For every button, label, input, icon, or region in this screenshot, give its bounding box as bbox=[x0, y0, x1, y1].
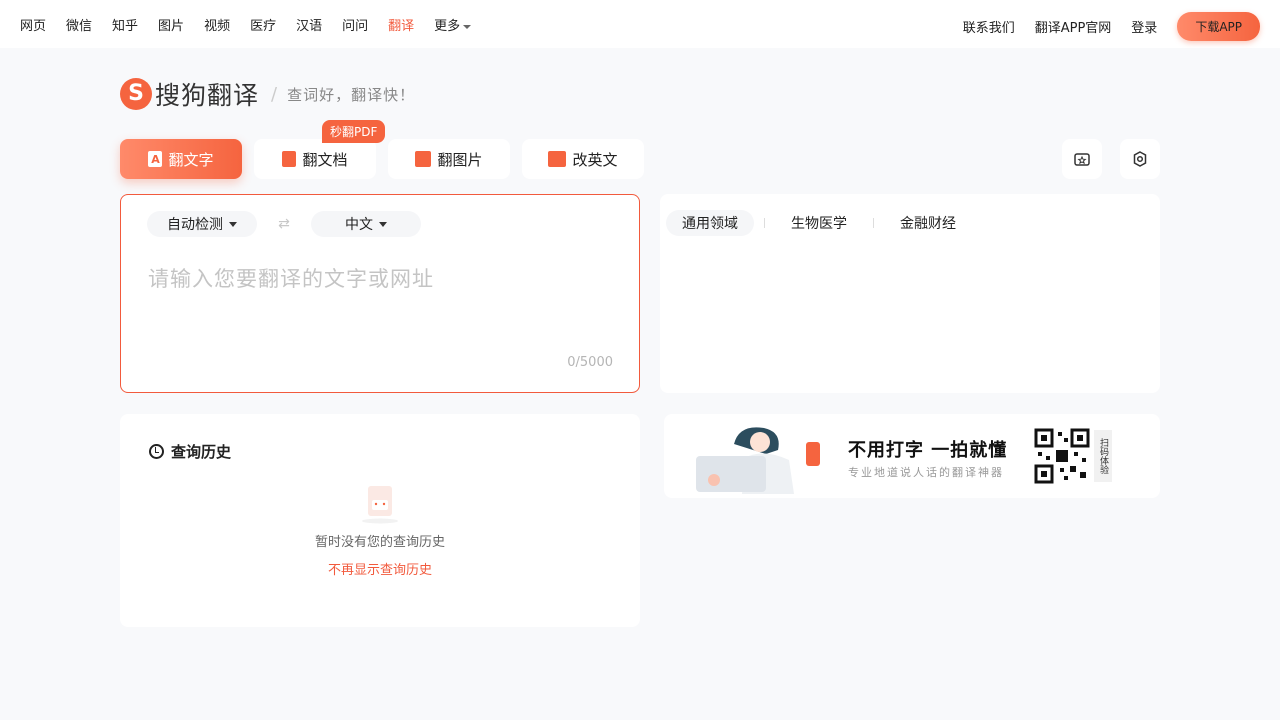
logo-slogan: 查词好，翻译快！ bbox=[287, 85, 416, 104]
nav-link-images[interactable]: 图片 bbox=[158, 15, 184, 34]
domain-finance[interactable]: 金融财经 bbox=[884, 210, 972, 236]
tab-translate-text[interactable]: A 翻文字 bbox=[120, 139, 242, 179]
source-text-input[interactable]: 请输入您要翻译的文字或网址 bbox=[148, 263, 434, 293]
chevron-down-icon bbox=[379, 221, 387, 227]
app-promo-banner[interactable]: 不用打字 一拍就懂 专业地道说人话的翻译神器 扫码体验 bbox=[664, 414, 1160, 498]
tab-translate-document[interactable]: 翻文档 bbox=[254, 139, 376, 179]
chevron-down-icon bbox=[229, 221, 237, 227]
source-language-select[interactable]: 自动检测 bbox=[147, 211, 257, 237]
domain-selector: 通用领域 生物医学 金融财经 bbox=[666, 210, 972, 236]
logo-divider: / bbox=[271, 83, 278, 105]
clock-icon bbox=[149, 444, 164, 459]
qr-code-icon bbox=[1034, 428, 1090, 484]
account-links: 联系我们 翻译APP官网 登录 下载APP bbox=[963, 12, 1260, 41]
domain-general[interactable]: 通用领域 bbox=[666, 210, 754, 236]
nav-link-translate[interactable]: 翻译 bbox=[388, 15, 414, 34]
image-icon bbox=[415, 151, 432, 167]
empty-history-illustration bbox=[362, 486, 398, 524]
source-text-panel: 自动检测 ⇄ 中文 请输入您要翻译的文字或网址 0/5000 bbox=[120, 194, 640, 393]
logo-text: 搜狗翻译 bbox=[155, 81, 260, 110]
tab-label: 翻文字 bbox=[168, 150, 214, 169]
history-empty-text: 暂时没有您的查询历史 bbox=[314, 535, 445, 550]
top-nav: 网页 微信 知乎 图片 视频 医疗 汉语 问问 翻译 更多 联系我们 翻译APP… bbox=[0, 0, 1280, 48]
mode-tabs: A 翻文字 翻文档 翻图片 改英文 bbox=[120, 139, 644, 179]
app-site-link[interactable]: 翻译APP官网 bbox=[1035, 17, 1112, 36]
nav-link-video[interactable]: 视频 bbox=[204, 15, 230, 34]
domain-biomedical[interactable]: 生物医学 bbox=[775, 210, 863, 236]
target-language-select[interactable]: 中文 bbox=[311, 211, 421, 237]
gear-icon bbox=[1133, 151, 1147, 167]
divider bbox=[764, 218, 765, 228]
scan-tag: 扫码体验 bbox=[1094, 430, 1112, 482]
document-icon bbox=[282, 151, 297, 167]
nav-link-medical[interactable]: 医疗 bbox=[250, 15, 276, 34]
person-with-laptop-illustration bbox=[696, 427, 820, 494]
download-app-button[interactable]: 下载APP bbox=[1177, 12, 1260, 41]
sogou-logo-icon bbox=[120, 78, 152, 110]
history-title: 查询历史 bbox=[171, 443, 232, 461]
tab-edit-english[interactable]: 改英文 bbox=[522, 139, 644, 179]
swap-languages-icon[interactable]: ⇄ bbox=[257, 216, 311, 232]
text-a-icon: A bbox=[148, 151, 163, 167]
hide-history-link[interactable]: 不再显示查询历史 bbox=[120, 559, 640, 578]
banner-title: 不用打字 一拍就懂 bbox=[848, 440, 1008, 461]
nav-link-web[interactable]: 网页 bbox=[20, 15, 46, 34]
nav-link-weixin[interactable]: 微信 bbox=[66, 15, 92, 34]
translation-output-panel: 通用领域 生物医学 金融财经 bbox=[660, 194, 1160, 393]
contact-link[interactable]: 联系我们 bbox=[963, 17, 1015, 36]
favorites-button[interactable] bbox=[1062, 139, 1102, 179]
history-heading: 查询历史 bbox=[149, 441, 231, 462]
tab-label: 翻文档 bbox=[302, 150, 348, 169]
tab-label: 翻图片 bbox=[437, 150, 483, 169]
nav-link-zhihu[interactable]: 知乎 bbox=[112, 15, 138, 34]
divider bbox=[873, 218, 874, 228]
language-selector: 自动检测 ⇄ 中文 bbox=[147, 211, 421, 237]
target-language-value: 中文 bbox=[345, 217, 373, 233]
char-counter: 0/5000 bbox=[567, 355, 613, 370]
nav-link-wenwen[interactable]: 问问 bbox=[342, 15, 368, 34]
star-folder-icon bbox=[1074, 153, 1090, 166]
pdf-promo-badge[interactable]: 秒翻PDF bbox=[322, 120, 386, 143]
edit-english-icon bbox=[548, 151, 567, 167]
query-history-panel: 查询历史 暂时没有您的查询历史 不再显示查询历史 bbox=[120, 414, 640, 627]
tab-label: 改英文 bbox=[572, 150, 618, 169]
logo[interactable]: 搜狗翻译 / 查词好，翻译快！ bbox=[120, 76, 415, 112]
banner-subtitle: 专业地道说人话的翻译神器 bbox=[848, 466, 1004, 479]
nav-more-menu[interactable]: 更多 bbox=[434, 15, 471, 34]
source-language-value: 自动检测 bbox=[167, 217, 223, 233]
tab-translate-image[interactable]: 翻图片 bbox=[388, 139, 510, 179]
nav-link-hanyu[interactable]: 汉语 bbox=[296, 15, 322, 34]
settings-button[interactable] bbox=[1120, 139, 1160, 179]
login-link[interactable]: 登录 bbox=[1131, 17, 1157, 36]
site-links: 网页 微信 知乎 图片 视频 医疗 汉语 问问 翻译 更多 bbox=[20, 15, 471, 34]
